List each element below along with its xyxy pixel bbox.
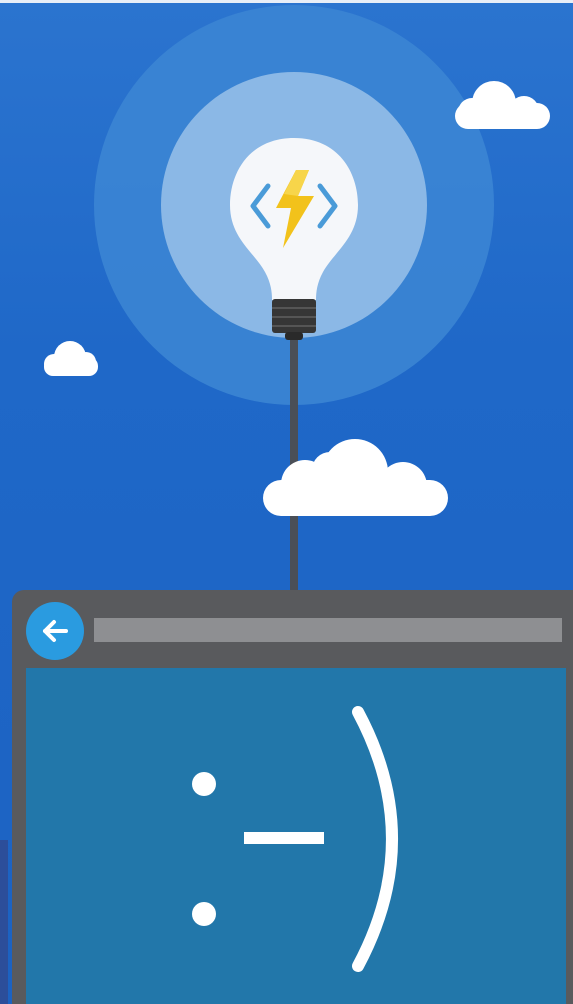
browser-window bbox=[12, 590, 573, 1004]
emoticon-nose bbox=[244, 832, 324, 844]
back-arrow-icon bbox=[43, 620, 68, 642]
emoticon-eye-bottom bbox=[192, 902, 216, 926]
left-edge bbox=[0, 840, 8, 1004]
cloud-top-right bbox=[455, 81, 550, 129]
emoticon-eye-top bbox=[192, 772, 216, 796]
cloud-small-left bbox=[44, 341, 98, 376]
emoticon-mouth bbox=[352, 706, 398, 972]
illustration-stage bbox=[0, 0, 573, 1004]
back-button[interactable] bbox=[26, 602, 84, 660]
browser-content bbox=[26, 668, 566, 1004]
address-bar[interactable] bbox=[94, 618, 562, 642]
